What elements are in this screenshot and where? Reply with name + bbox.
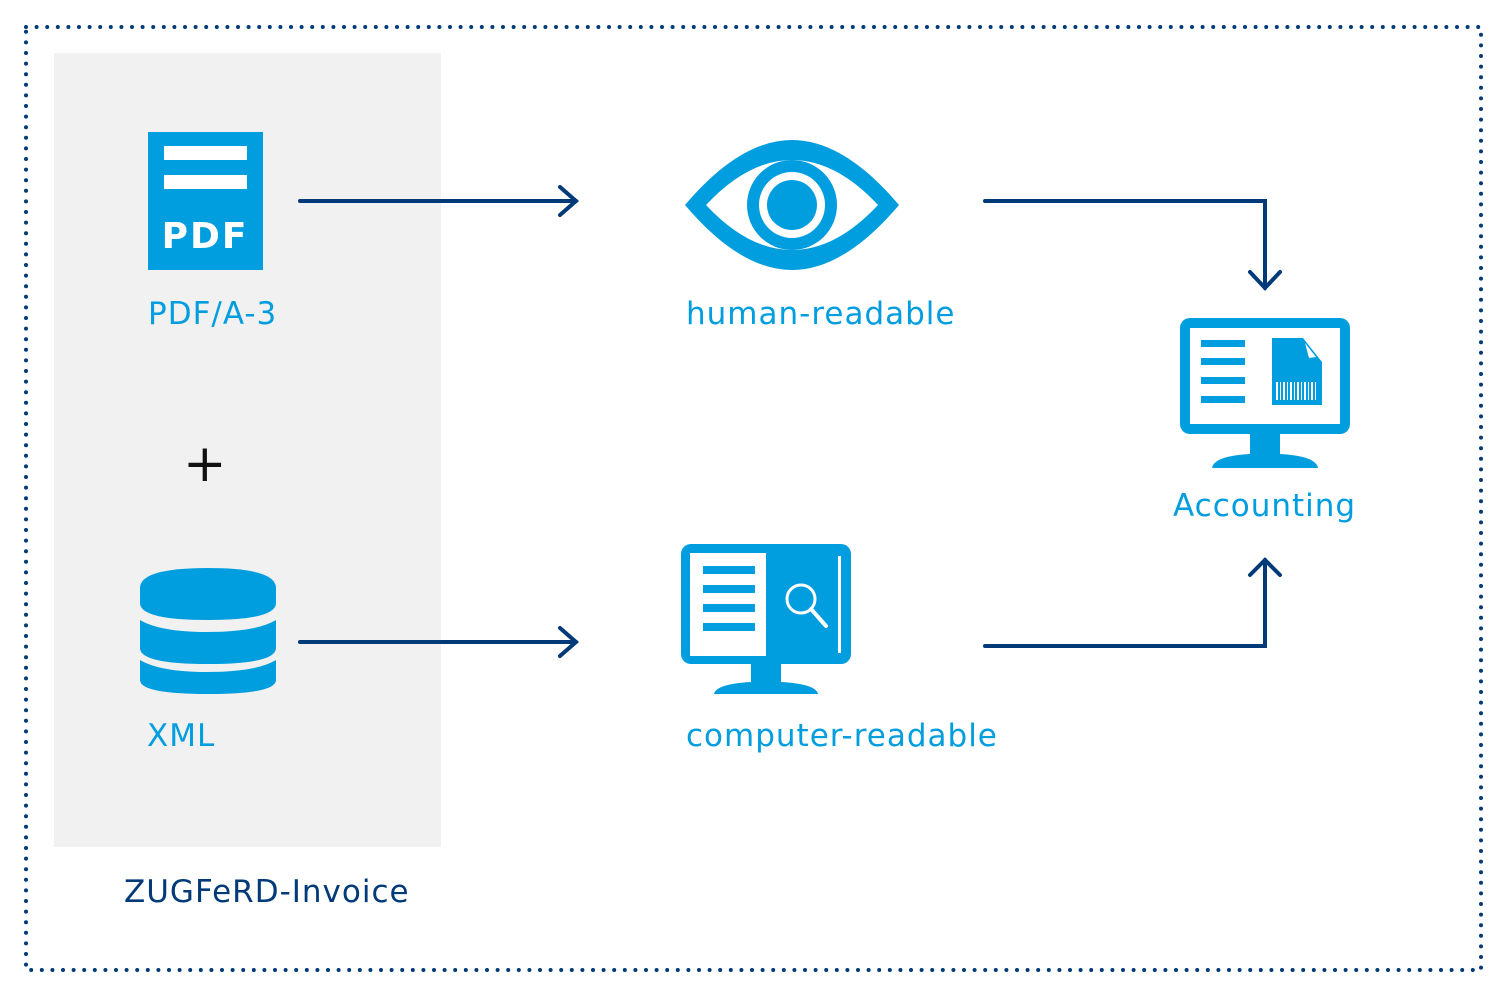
zugferd-invoice-label: ZUGFeRD-Invoice xyxy=(124,874,410,910)
human-readable-label: human-readable xyxy=(686,296,956,332)
computer-readable-label: computer-readable xyxy=(686,718,998,754)
zugferd-invoice-panel xyxy=(54,53,441,847)
xml-label: XML xyxy=(147,718,216,754)
pdf-a3-label: PDF/A-3 xyxy=(148,296,278,332)
accounting-label: Accounting xyxy=(1173,488,1357,524)
plus-sign: + xyxy=(183,434,227,494)
